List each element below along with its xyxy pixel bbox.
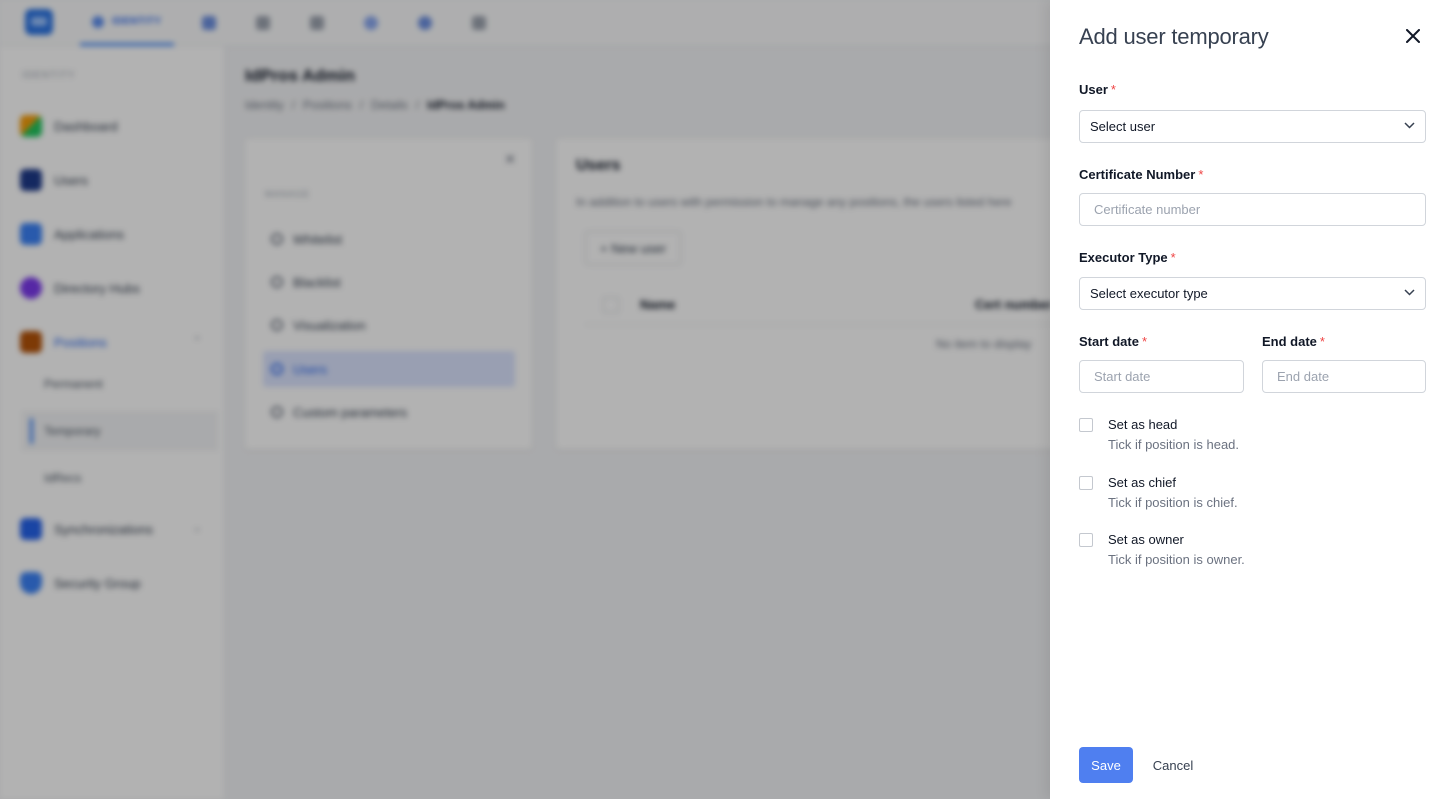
executor-type-label: Executor Type *: [1079, 250, 1176, 265]
required-marker: *: [1319, 334, 1325, 349]
set-as-chief-checkbox[interactable]: [1079, 476, 1093, 490]
user-select-placeholder: Select user: [1090, 119, 1156, 134]
end-date-label: End date *: [1262, 334, 1325, 349]
start-date-input[interactable]: [1079, 360, 1244, 393]
certificate-label-text: Certificate Number: [1079, 167, 1196, 182]
end-date-label-text: End date: [1262, 334, 1317, 349]
close-icon: [1406, 29, 1420, 43]
set-as-head-description: Tick if position is head.: [1108, 437, 1240, 452]
save-button[interactable]: Save: [1079, 747, 1133, 783]
user-label-text: User: [1079, 82, 1108, 97]
drawer-title: Add user temporary: [1079, 24, 1269, 49]
user-label: User *: [1079, 82, 1116, 97]
cancel-button[interactable]: Cancel: [1145, 747, 1201, 783]
required-marker: *: [1198, 167, 1204, 182]
executor-type-select[interactable]: Select executor type: [1079, 277, 1426, 310]
set-as-owner-checkbox[interactable]: [1079, 533, 1093, 547]
set-as-head-title[interactable]: Set as head: [1108, 417, 1177, 432]
certificate-label: Certificate Number *: [1079, 167, 1203, 182]
executor-type-label-text: Executor Type: [1079, 250, 1168, 265]
start-date-label: Start date *: [1079, 334, 1147, 349]
required-marker: *: [1110, 82, 1116, 97]
start-date-label-text: Start date: [1079, 334, 1139, 349]
close-button[interactable]: [1401, 24, 1425, 48]
required-marker: *: [1141, 334, 1148, 349]
chevron-down-icon: [1404, 122, 1415, 129]
set-as-chief-description: Tick if position is chief.: [1108, 495, 1238, 510]
chevron-down-icon: [1404, 289, 1415, 296]
user-select[interactable]: Select user: [1079, 110, 1426, 143]
add-user-temporary-drawer: Add user temporary User * Select user Cer…: [1050, 0, 1451, 799]
end-date-input[interactable]: [1262, 360, 1426, 393]
certificate-number-input[interactable]: [1079, 193, 1426, 226]
set-as-owner-title[interactable]: Set as owner: [1108, 532, 1184, 547]
set-as-owner-description: Tick if position is owner.: [1108, 552, 1245, 567]
set-as-chief-title[interactable]: Set as chief: [1108, 475, 1176, 490]
set-as-head-checkbox[interactable]: [1079, 418, 1093, 432]
executor-type-placeholder: Select executor type: [1090, 286, 1208, 301]
required-marker: *: [1170, 250, 1176, 265]
